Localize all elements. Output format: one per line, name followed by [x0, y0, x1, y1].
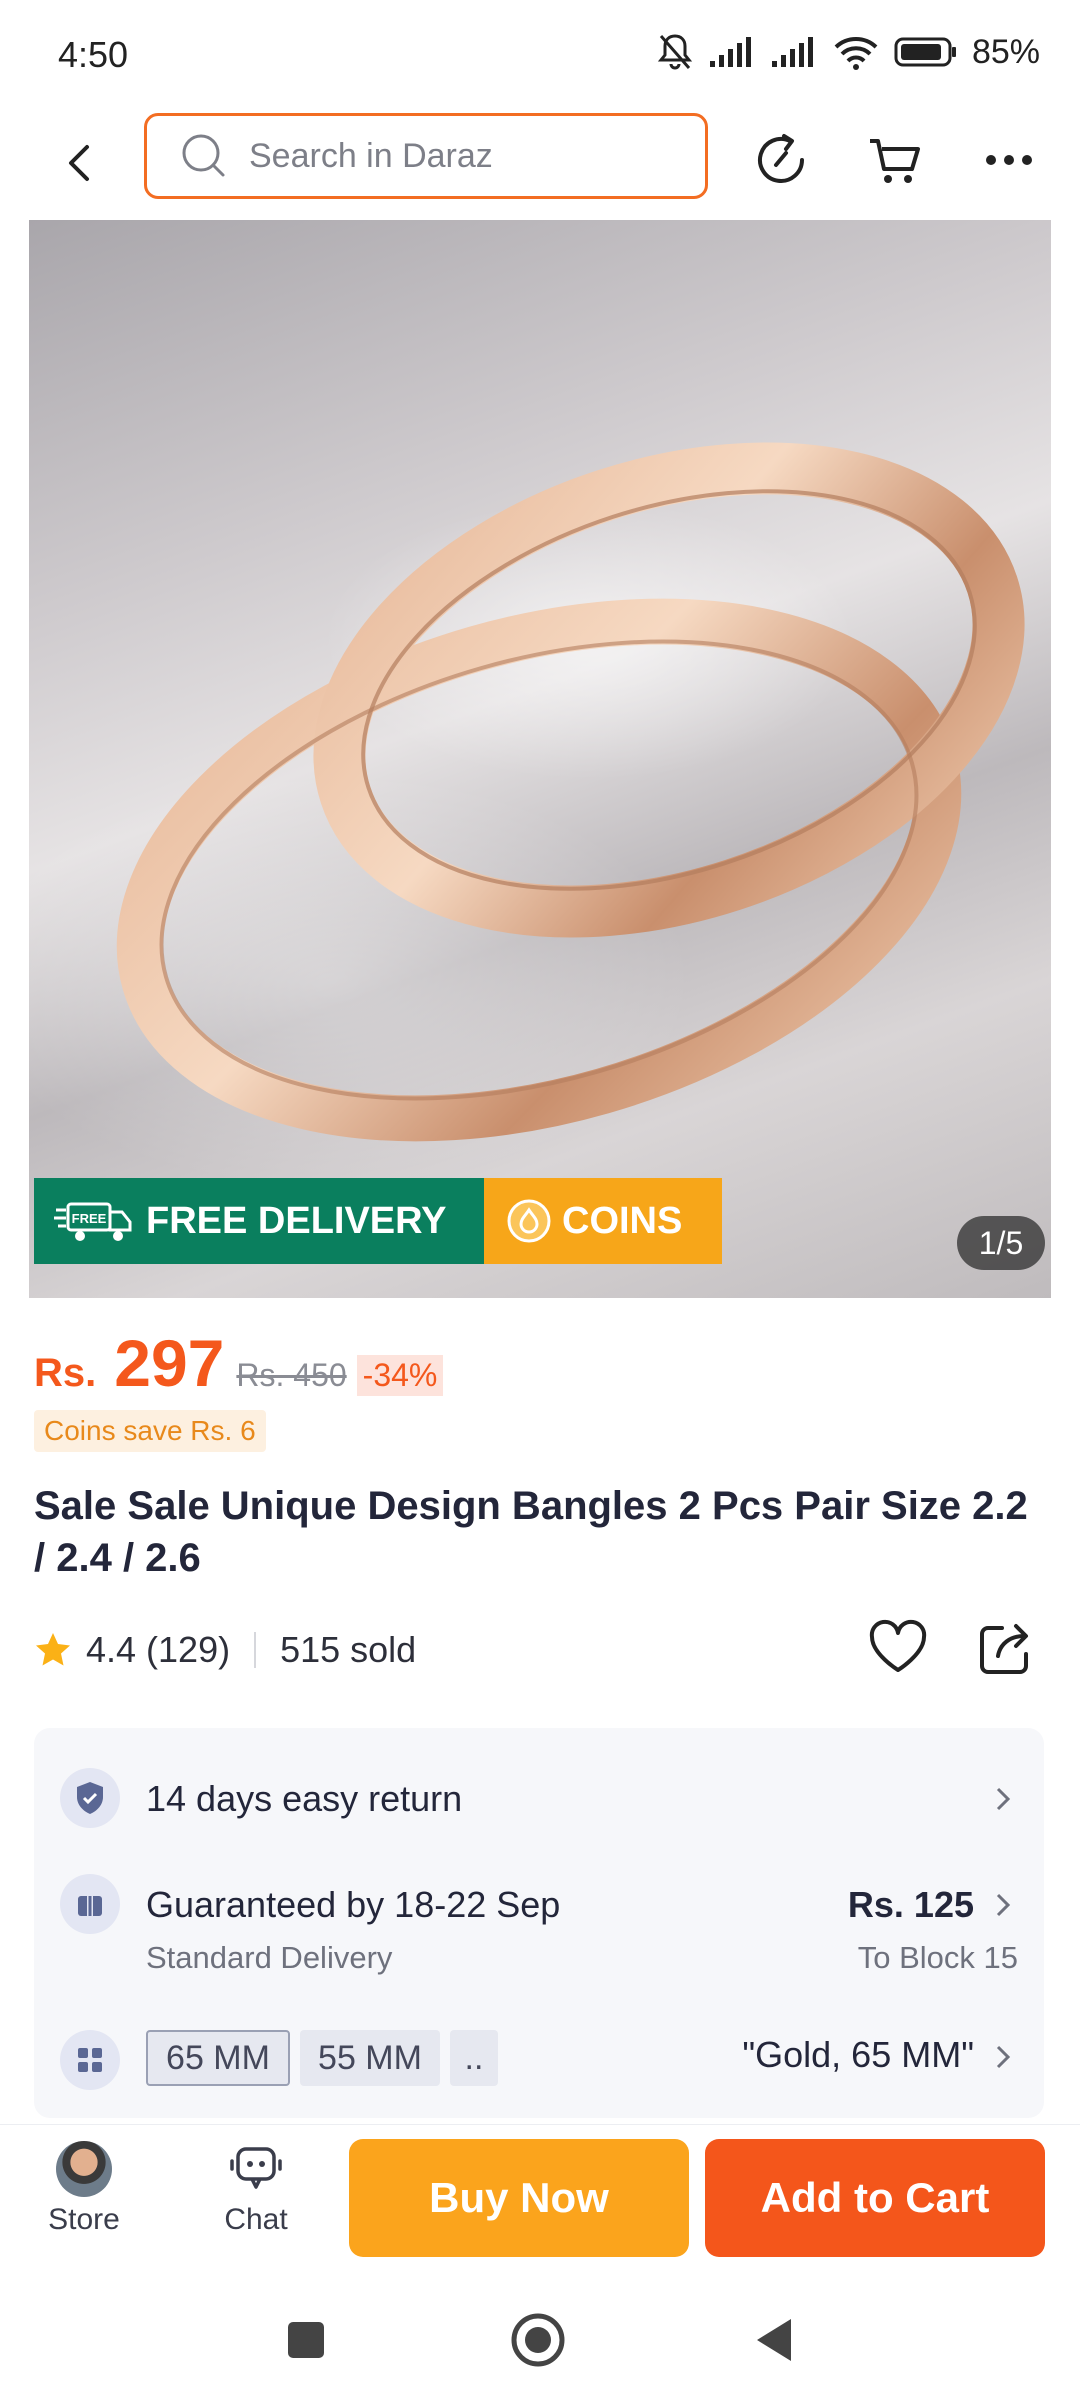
share-button[interactable] [974, 1616, 1038, 1680]
chevron-right-icon[interactable] [990, 1890, 1016, 1920]
sold-count: 515 sold [280, 1629, 417, 1670]
system-nav-bar [0, 2280, 1080, 2400]
heart-icon [869, 1619, 927, 1672]
top-nav: Search in Daraz [0, 105, 1080, 220]
product-title: Sale Sale Unique Design Bangles 2 Pcs Pa… [34, 1484, 1028, 1580]
discount-badge: -34% [356, 1355, 444, 1396]
coins-save-tag: Coins save Rs. 6 [34, 1410, 266, 1452]
buy-now-button[interactable]: Buy Now [349, 2139, 689, 2257]
chevron-right-icon[interactable] [990, 1784, 1016, 1814]
store-label: Store [48, 2203, 120, 2236]
delivery-box-icon [60, 1874, 120, 1934]
status-icons: 85% [656, 30, 1040, 74]
product-image [116, 442, 1025, 1142]
coin-icon [507, 1199, 551, 1243]
promo-banner: FREE FREE DELIVERY COINS [34, 1178, 722, 1264]
rating-count: (129) [146, 1629, 231, 1670]
wishlist-button[interactable] [866, 1616, 930, 1680]
free-tag: FREE [72, 1211, 107, 1226]
price-currency: Rs. [34, 1351, 97, 1395]
rating-row[interactable]: 4.4 (129) 515 sold [34, 1620, 416, 1680]
system-back-button[interactable] [744, 2310, 804, 2370]
share-icon [980, 1624, 1028, 1674]
coins-badge: COINS [484, 1178, 722, 1264]
add-to-cart-button[interactable]: Add to Cart [705, 2139, 1045, 2257]
chevron-left-icon [69, 145, 89, 181]
history-button[interactable] [746, 125, 816, 195]
cart-icon [870, 139, 920, 183]
variant-grid-icon [60, 2030, 120, 2090]
signal-icon [709, 37, 751, 67]
battery-icon [894, 37, 956, 67]
square-icon [288, 2322, 324, 2358]
search-placeholder: Search in Daraz [249, 136, 493, 175]
delivery-method-text: Standard Delivery [146, 1940, 393, 1975]
variant-chip-55mm[interactable]: 55 MM [300, 2030, 440, 2086]
signal-icon [771, 37, 813, 67]
product-image-gallery[interactable]: FREE FREE DELIVERY COINS 1/5 [29, 220, 1051, 1298]
battery-percent: 85% [971, 32, 1040, 71]
status-time: 4:50 [58, 34, 129, 75]
chevron-right-icon[interactable] [990, 2042, 1016, 2072]
price-current: 297 [114, 1326, 225, 1400]
mute-icon [657, 34, 693, 70]
history-icon [758, 134, 804, 183]
back-button[interactable] [50, 133, 110, 193]
home-circle-icon [511, 2313, 565, 2367]
chat-label: Chat [224, 2203, 288, 2236]
return-policy-text: 14 days easy return [146, 1778, 463, 1819]
cart-button[interactable] [860, 125, 930, 195]
home-button[interactable] [508, 2310, 568, 2370]
service-info-card: 14 days easy return Guaranteed by 18-22 … [34, 1728, 1044, 2118]
delivery-guarantee-text: Guaranteed by 18-22 Sep [146, 1884, 561, 1925]
return-shield-icon [60, 1768, 120, 1828]
variant-chip-65mm[interactable]: 65 MM [146, 2030, 290, 2086]
chat-icon [230, 2147, 282, 2189]
delivery-price: Rs. 125 [847, 1884, 974, 1925]
search-icon [182, 134, 225, 177]
variant-chip-more[interactable]: .. [450, 2030, 498, 2086]
chat-button[interactable]: Chat [196, 2141, 316, 2237]
price-original: Rs. 450 [236, 1357, 347, 1393]
rating-value: 4.4 [86, 1629, 137, 1670]
bottom-action-bar: Store Chat Buy Now Add to Cart [0, 2124, 1080, 2280]
recents-button[interactable] [276, 2310, 336, 2370]
search-input[interactable]: Search in Daraz [144, 113, 708, 199]
selected-variant[interactable]: "Gold, 65 MM" [742, 2034, 974, 2076]
triangle-back-icon [757, 2319, 791, 2361]
delivery-location: To Block 15 [857, 1940, 1018, 1975]
store-avatar [56, 2141, 112, 2197]
status-bar: 4:50 85% [0, 0, 1080, 105]
image-counter: 1/5 [957, 1216, 1045, 1270]
coins-label: COINS [562, 1199, 683, 1242]
wifi-icon [834, 37, 878, 70]
free-delivery-badge: FREE FREE DELIVERY [34, 1178, 484, 1264]
divider [254, 1632, 257, 1668]
price-row: Rs. 297 Rs. 450 -34% [34, 1325, 444, 1401]
star-icon [36, 1633, 70, 1666]
free-delivery-label: FREE DELIVERY [146, 1199, 447, 1242]
more-button[interactable] [974, 125, 1044, 195]
more-icon [986, 155, 1032, 165]
delivery-truck-icon: FREE [54, 1202, 132, 1241]
store-button[interactable]: Store [24, 2141, 144, 2237]
